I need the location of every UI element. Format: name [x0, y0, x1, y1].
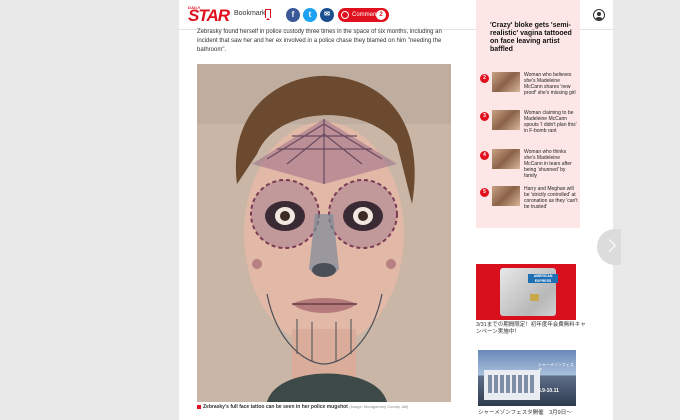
article-thumbnail — [492, 110, 520, 130]
card-chip-icon — [530, 294, 539, 301]
twitter-share-icon[interactable]: t — [303, 8, 317, 22]
bookmark-label[interactable]: Bookmark — [234, 10, 266, 17]
sidebar-item[interactable]: 2 Woman who believes she's Madeleine McC… — [480, 72, 578, 102]
sidebar-item-title: Woman claiming to be Madeleine McCann sp… — [524, 110, 577, 134]
amex-logo: AMERICAN EXPRESS — [528, 274, 558, 283]
housing-ad-text[interactable]: シャーメゾンフェスタ開催 3月9日〜 — [478, 408, 588, 416]
article-paragraph: Zebrasky found herself in police custody… — [197, 29, 442, 53]
caption-text: Zebrasky's full face tattoo can be seen … — [203, 404, 348, 410]
rank-badge: 3 — [480, 112, 489, 121]
mugshot-illustration — [197, 64, 451, 402]
comments-count: 2 — [376, 10, 386, 20]
comments-button[interactable]: Comments 2 — [338, 8, 389, 22]
housing-advertisement[interactable]: シャーメゾンフェスタ 3.9-10.11 — [478, 350, 576, 406]
sidebar-lead-link[interactable]: 'Crazy' bloke gets 'semi-realistic' vagi… — [490, 22, 580, 54]
most-read-sidebar: 'Crazy' bloke gets 'semi-realistic' vagi… — [476, 0, 580, 228]
amex-advertisement[interactable]: AMERICAN EXPRESS — [476, 264, 576, 320]
housing-ad-heading: シャーメゾンフェスタ — [538, 362, 574, 372]
article-thumbnail — [492, 149, 520, 169]
rank-badge: 4 — [480, 151, 489, 160]
amex-ad-text[interactable]: 3/31までの期間限定！初年度年会費無料キャンペーン実施中！ — [476, 322, 586, 336]
article-thumbnail — [492, 186, 520, 206]
rank-badge: 2 — [480, 74, 489, 83]
sidebar-item-title: Harry and Meghan will be 'strictly contr… — [524, 186, 578, 210]
bookmark-icon[interactable] — [265, 9, 271, 20]
daily-star-logo[interactable]: DAILY STAR — [188, 5, 230, 25]
user-account-icon[interactable] — [593, 9, 605, 21]
email-share-icon[interactable]: ✉ — [320, 8, 334, 22]
mugshot-photo — [197, 64, 451, 402]
image-caption: Zebrasky's full face tattoo can be seen … — [197, 404, 408, 410]
sidebar-item-title: Woman who thinks she's Madeleine McCann … — [524, 149, 572, 179]
comment-icon — [341, 11, 349, 19]
camera-icon — [197, 404, 201, 409]
building-image — [484, 370, 540, 400]
sidebar-item[interactable]: 3 Woman claiming to be Madeleine McCann … — [480, 110, 578, 140]
amex-card-image: AMERICAN EXPRESS — [500, 268, 558, 316]
sidebar-item[interactable]: 4 Woman who thinks she's Madeleine McCan… — [480, 149, 578, 179]
article-page: DAILY STAR Bookmark f t ✉ Comments 2 Zeb… — [179, 0, 613, 420]
article-thumbnail — [492, 72, 520, 92]
facebook-share-icon[interactable]: f — [286, 8, 300, 22]
sidebar-item[interactable]: 5 Harry and Meghan will be 'strictly con… — [480, 186, 578, 216]
sidebar-item-title: Woman who believes she's Madeleine McCan… — [524, 72, 576, 96]
rank-badge: 5 — [480, 188, 489, 197]
caption-credit: (Image: Montgomery County Jail) — [349, 404, 409, 409]
housing-ad-date: 3.9-10.11 — [538, 388, 559, 394]
logo-text: STAR — [188, 6, 230, 25]
